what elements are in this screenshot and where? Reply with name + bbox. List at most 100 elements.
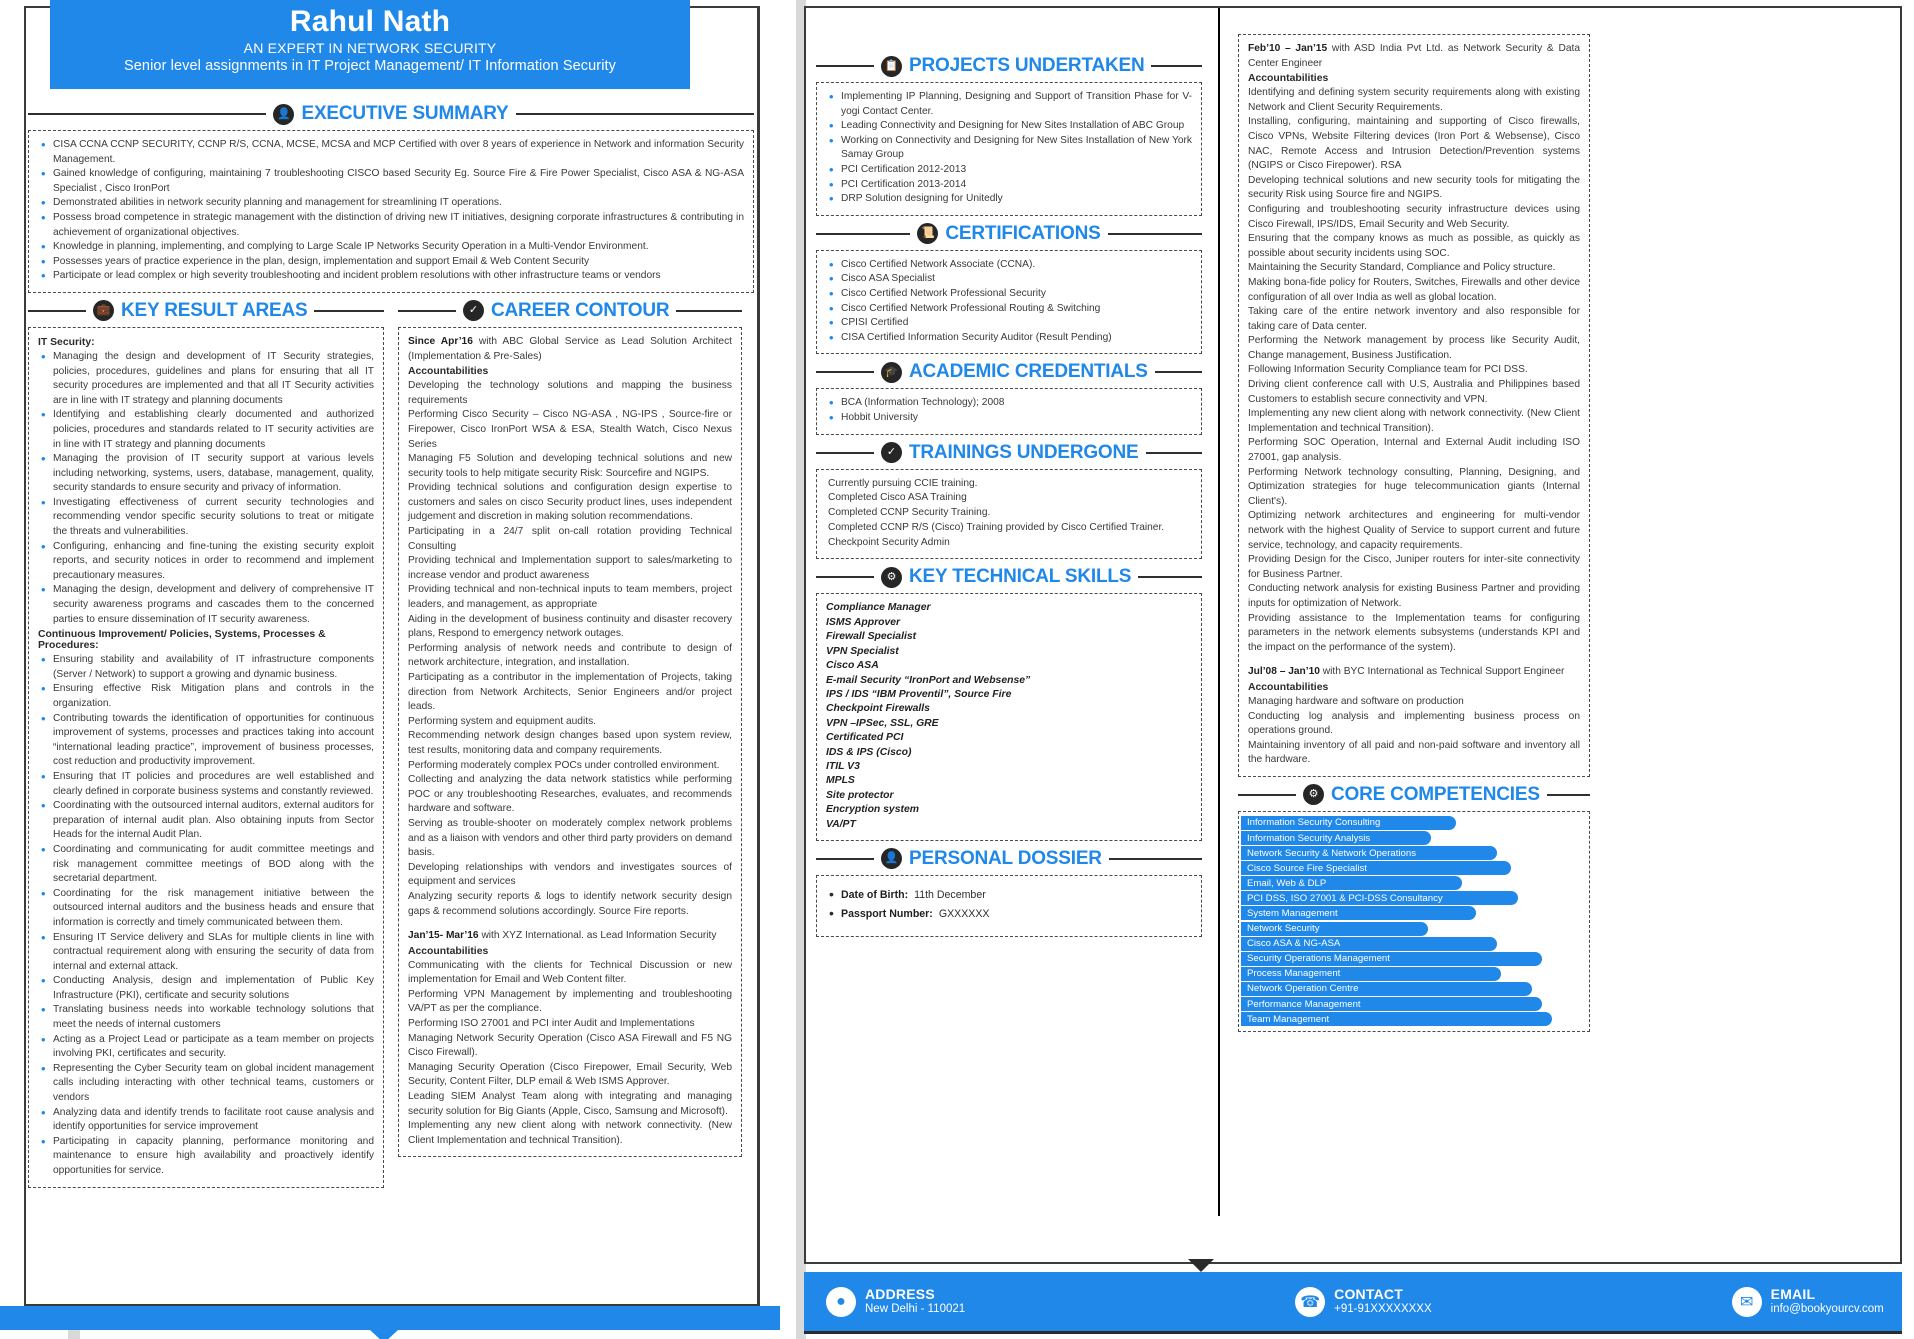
vertical-rule: [1218, 8, 1220, 1216]
divider-rule: [1107, 232, 1202, 235]
list-item: Ensuring that IT policies and procedures…: [38, 769, 374, 799]
list-item: Gained knowledge of configuring, maintai…: [38, 166, 744, 196]
job-period: Jan’15- Mar’16: [408, 930, 479, 942]
skill-item: Encryption system: [826, 804, 919, 816]
skill-item: VA/PT: [826, 818, 856, 830]
divider-rule: [515, 113, 754, 115]
certifications-list: Cisco Certified Network Associate (CCNA)…: [826, 257, 1192, 346]
footer-email[interactable]: ✉ EMAIL info@bookyourcv.com: [1731, 1286, 1884, 1317]
list-item: Currently pursuing CCIE training.: [828, 477, 978, 489]
person-icon: 👤: [881, 848, 902, 870]
core-competencies-chart: Information Security Consulting Informati…: [1238, 810, 1590, 1033]
accountability-item: Managing hardware and software on produc…: [1248, 695, 1464, 707]
accountability-item: Providing technical solutions and config…: [408, 482, 732, 523]
section-header-key-result-areas: 💼 KEY RESULT AREAS: [28, 300, 384, 322]
accountability-item: Performing VPN Management by implementin…: [408, 988, 732, 1015]
job-entry: Feb’10 – Jan’15 with ASD India Pvt Ltd. …: [1248, 42, 1580, 655]
job-period: Since Apr’16: [408, 335, 473, 347]
list-item: Contributing towards the identification …: [38, 711, 374, 770]
briefcase-icon: 💼: [93, 300, 114, 322]
experience-jobs-list: Feb’10 – Jan’15 with ASD India Pvt Ltd. …: [1248, 42, 1580, 768]
accountability-item: Managing Security Operation (Cisco Firep…: [408, 1061, 732, 1088]
accountability-item: Analyzing security reports & logs to ide…: [408, 890, 732, 917]
list-item: Ensuring IT Service delivery and SLAs fo…: [38, 930, 374, 975]
footer-value: +91-91XXXXXXXX: [1334, 1302, 1432, 1315]
career-jobs-list: Since Apr’16 with ABC Global Service as …: [408, 335, 732, 1148]
divider-rule: [816, 576, 874, 579]
accountability-item: Performing analysis of network needs and…: [408, 642, 732, 669]
job-entry: Jul’08 – Jan’10 with BYC International a…: [1248, 665, 1580, 768]
competency-bar: Network Operation Centre: [1241, 981, 1532, 996]
divider-rule: [816, 451, 874, 454]
resume-sheet: Rahul Nath AN EXPERT IN NETWORK SECURITY…: [0, 0, 1914, 1339]
section-header-certifications: 📜 CERTIFICATIONS: [816, 223, 1202, 245]
accountability-item: Performing Cisco Security – Cisco NG-ASA…: [408, 409, 732, 450]
list-item: Acting as a Project Lead or participate …: [38, 1032, 374, 1062]
accountability-item: Providing technical and non-technical in…: [408, 584, 732, 611]
list-item: CISA CCNA CCNP SECURITY, CCNP R/S, CCNA,…: [38, 137, 744, 167]
gears-icon: ⚙: [1303, 784, 1324, 806]
footer-value[interactable]: info@bookyourcv.com: [1771, 1302, 1884, 1317]
list-item: Cisco Certified Network Professional Rou…: [826, 301, 1192, 317]
accountability-item: Maintaining the Security Standard, Compl…: [1248, 262, 1556, 274]
kra-group-1-title: IT Security:: [38, 336, 95, 348]
list-item: Coordinating for the risk management ini…: [38, 886, 374, 931]
footer-notch: [370, 1330, 398, 1339]
section-title: KEY TECHNICAL SKILLS: [909, 566, 1132, 588]
dossier-label: Date of Birth:: [841, 888, 909, 901]
accountability-item: Developing relationships with vendors an…: [408, 861, 732, 888]
list-item: Leading Connectivity and Designing for N…: [826, 118, 1192, 134]
section-title: CERTIFICATIONS: [945, 222, 1101, 244]
skill-item: Compliance Manager: [826, 602, 931, 614]
accountability-item: Performing SOC Operation, Internal and E…: [1248, 437, 1580, 464]
tools-icon: ⚙: [881, 566, 902, 588]
projects-box: Implementing IP Planning, Designing and …: [816, 82, 1202, 216]
accountability-item: Following Information Security Complianc…: [1248, 364, 1528, 376]
list-item: Cisco Certified Network Associate (CCNA)…: [826, 257, 1192, 273]
executive-summary-box: CISA CCNA CCNP SECURITY, CCNP R/S, CCNA,…: [28, 130, 754, 293]
competency-label: Network Operation Centre: [1247, 983, 1359, 995]
dossier-row: Passport Number: GXXXXXX: [826, 904, 1192, 924]
competency-bar: Network Security & Network Operations: [1241, 846, 1498, 861]
competency-bar-row: Cisco Source Fire Specialist: [1241, 861, 1587, 876]
divider-rule: [1546, 793, 1590, 796]
section-header-career-contour: ✓ CAREER CONTOUR: [398, 300, 742, 322]
competency-bar-row: Performance Management: [1241, 997, 1587, 1012]
accountability-item: Participating as a contributor in the im…: [408, 672, 732, 713]
list-item: Identifying and establishing clearly doc…: [38, 407, 374, 452]
list-item: Analyzing data and identify trends to fa…: [38, 1105, 374, 1135]
competency-bar-row: Security Operations Management: [1241, 951, 1587, 966]
kra-group-2-list: Ensuring stability and availability of I…: [38, 652, 374, 1178]
job-period: Feb’10 – Jan’15: [1248, 43, 1328, 54]
checkmark-icon: ✓: [881, 442, 902, 463]
competency-label: Cisco Source Fire Specialist: [1247, 862, 1367, 874]
skill-item: Firewall Specialist: [826, 631, 917, 643]
job-entry: Since Apr’16 with ABC Global Service as …: [408, 335, 732, 919]
competency-bar: PCI DSS, ISO 27001 & PCI-DSS Consultancy: [1241, 891, 1518, 906]
divider-rule: [1238, 793, 1296, 796]
section-title: ACADEMIC CREDENTIALS: [909, 361, 1148, 383]
footer-value: New Delhi - 110021: [865, 1302, 966, 1315]
competency-bar: Email, Web & DLP: [1241, 876, 1463, 891]
accountabilities-label: Accountabilities: [1248, 73, 1329, 85]
competency-bar-row: Email, Web & DLP: [1241, 876, 1587, 891]
list-item: Completed Cisco ASA Training: [828, 492, 967, 504]
competency-label: PCI DSS, ISO 27001 & PCI-DSS Consultancy: [1247, 892, 1443, 904]
dossier-row: Date of Birth: 11th December: [826, 885, 1192, 905]
list-item: Knowledge in planning, implementing, and…: [38, 239, 744, 255]
accountability-item: Optimizing network architectures and eng…: [1248, 510, 1580, 551]
list-item: Cisco ASA Specialist: [826, 271, 1192, 287]
executive-summary-list: CISA CCNA CCNP SECURITY, CCNP R/S, CCNA,…: [38, 137, 744, 284]
competency-label: Cisco ASA & NG-ASA: [1247, 938, 1341, 950]
competency-bar-row: Process Management: [1241, 966, 1587, 981]
accountability-item: Conducting log analysis and implementing…: [1248, 710, 1580, 737]
section-header-academic-credentials: 🎓 ACADEMIC CREDENTIALS: [816, 361, 1202, 383]
footer-notch: [1188, 1259, 1214, 1272]
job-entry: Jan’15- Mar’16 with XYZ International. a…: [408, 929, 732, 1148]
section-header-executive-summary: 👤 EXECUTIVE SUMMARY: [28, 103, 754, 125]
skill-item: IPS / IDS “IBM Proventil”, Source Fire: [826, 688, 1012, 700]
graduation-cap-icon: 🎓: [881, 361, 902, 383]
phone-icon: ☎: [1295, 1286, 1326, 1317]
resume-page-2: 📋 PROJECTS UNDERTAKEN Implementing IP Pl…: [796, 0, 1914, 1339]
job-heading: Jul’08 – Jan’10 with BYC International a…: [1248, 666, 1565, 678]
